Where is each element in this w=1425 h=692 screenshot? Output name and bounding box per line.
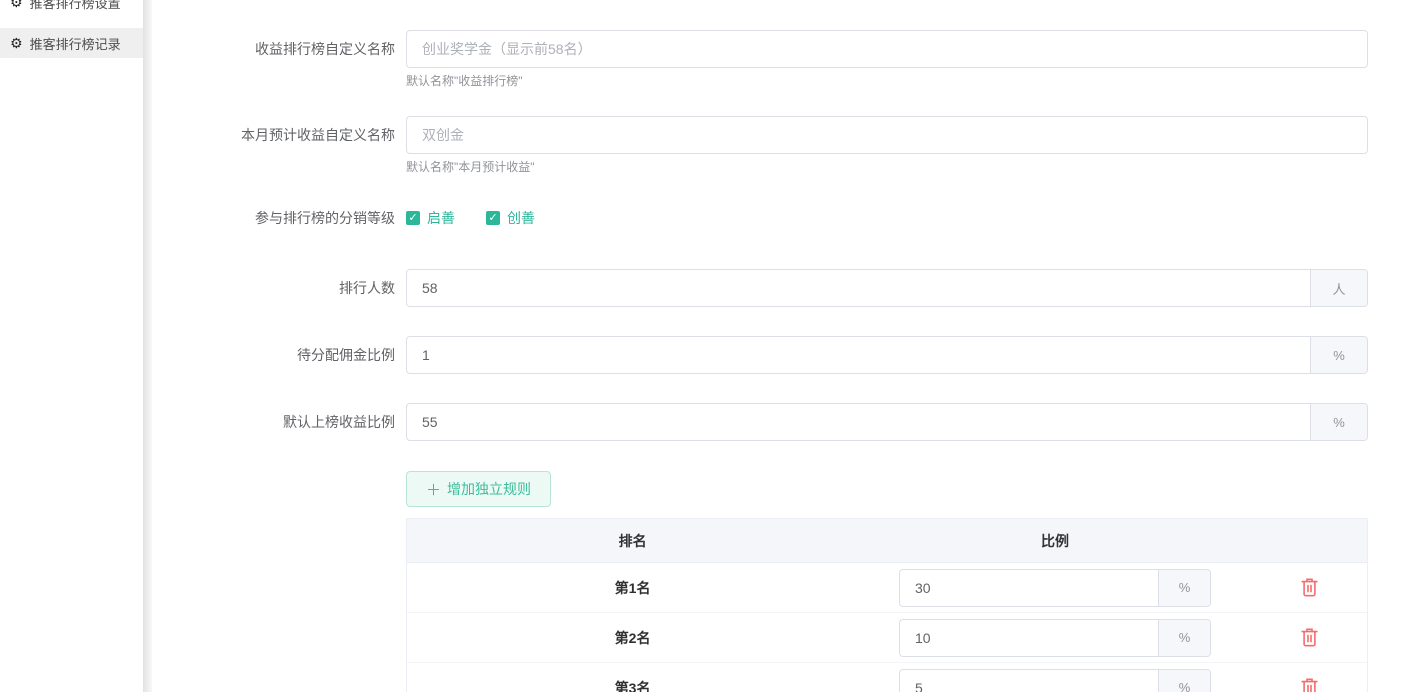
field-pending-commission-ratio: 待分配佣金比例 % [152,336,1425,374]
field-rank-count: 排行人数 人 [152,269,1425,307]
rank-label: 第3名 [407,678,858,692]
checkbox-label: 启善 [427,208,455,228]
pending-commission-ratio-input[interactable] [407,337,1310,373]
page: ⚙ 推客排行榜设置 ⚙ 推客排行榜记录 收益排行榜自定义名称 默认名称"收益排行… [0,0,1425,692]
month-profit-name-input[interactable] [407,117,1367,153]
percent-suffix: % [1158,670,1210,692]
rank3-ratio-input[interactable] [900,670,1158,692]
sidebar-divider [143,0,152,692]
checkbox-checked-icon: ✓ [406,211,420,225]
field-label: 本月预计收益自定义名称 [152,116,395,154]
gear-icon: ⚙ [10,36,23,50]
field-label: 收益排行榜自定义名称 [152,30,395,68]
field-default-listed-ratio: 默认上榜收益比例 % [152,403,1425,441]
percent-suffix: % [1310,404,1367,440]
delete-rank1-button[interactable] [1297,574,1322,601]
month-profit-name-helper: 默认名称"本月预计收益" [406,160,1368,174]
default-listed-ratio-input[interactable] [407,404,1310,440]
rules-table: 排名 比例 第1名 % [406,518,1368,692]
trash-icon [1301,628,1318,647]
unit-suffix: 人 [1310,270,1367,306]
table-row-rank1: 第1名 % [407,563,1367,613]
checkbox-level-qishan[interactable]: ✓ 启善 [406,208,455,228]
rules-table-header: 排名 比例 [407,519,1367,563]
add-rule-button-label: 增加独立规则 [447,479,531,499]
percent-suffix: % [1158,620,1210,656]
checkbox-level-chuangshan[interactable]: ✓ 创善 [486,208,535,228]
checkbox-label: 创善 [507,208,535,228]
header-rank: 排名 [407,531,858,551]
checkbox-checked-icon: ✓ [486,211,500,225]
field-distribution-levels: 参与排行榜的分销等级 ✓ 启善 ✓ 创善 [152,208,1425,228]
field-month-profit-name: 本月预计收益自定义名称 默认名称"本月预计收益" [152,116,1425,174]
field-label: 参与排行榜的分销等级 [152,208,395,228]
rules-table-row: 排名 比例 第1名 % [152,518,1425,692]
trash-icon [1301,578,1318,597]
sidebar-item-label: 推客排行榜记录 [30,34,121,53]
rank-name-helper: 默认名称"收益排行榜" [406,74,1368,88]
field-label: 默认上榜收益比例 [152,403,395,441]
sidebar-item-label: 推客排行榜设置 [30,0,121,12]
field-label: 排行人数 [152,269,395,307]
add-rule-button[interactable]: ＋ 增加独立规则 [406,471,551,507]
rank-count-input[interactable] [407,270,1310,306]
rank2-ratio-input[interactable] [900,620,1158,656]
sidebar-item-ranking-settings[interactable]: ⚙ 推客排行榜设置 [0,0,143,17]
trash-icon [1301,678,1318,692]
main-form: 收益排行榜自定义名称 默认名称"收益排行榜" 本月预计收益自定义名称 默认名称"… [152,0,1425,692]
rank1-ratio-input[interactable] [900,570,1158,606]
field-label: 待分配佣金比例 [152,336,395,374]
delete-rank2-button[interactable] [1297,624,1322,651]
table-row-rank3: 第3名 % [407,663,1367,692]
sidebar-item-ranking-records[interactable]: ⚙ 推客排行榜记录 [0,28,143,58]
rank-name-input[interactable] [407,31,1367,67]
delete-rank3-button[interactable] [1297,674,1322,692]
percent-suffix: % [1310,337,1367,373]
percent-suffix: % [1158,570,1210,606]
sidebar: ⚙ 推客排行榜设置 ⚙ 推客排行榜记录 [0,0,143,692]
gear-icon: ⚙ [10,0,23,9]
plus-icon: ＋ [426,479,441,500]
rank-label: 第1名 [407,578,858,598]
table-row-rank2: 第2名 % [407,613,1367,663]
rank-label: 第2名 [407,628,858,648]
field-rank-name: 收益排行榜自定义名称 默认名称"收益排行榜" [152,30,1425,88]
header-ratio: 比例 [858,531,1252,551]
add-rule-row: ＋ 增加独立规则 [152,471,1425,507]
